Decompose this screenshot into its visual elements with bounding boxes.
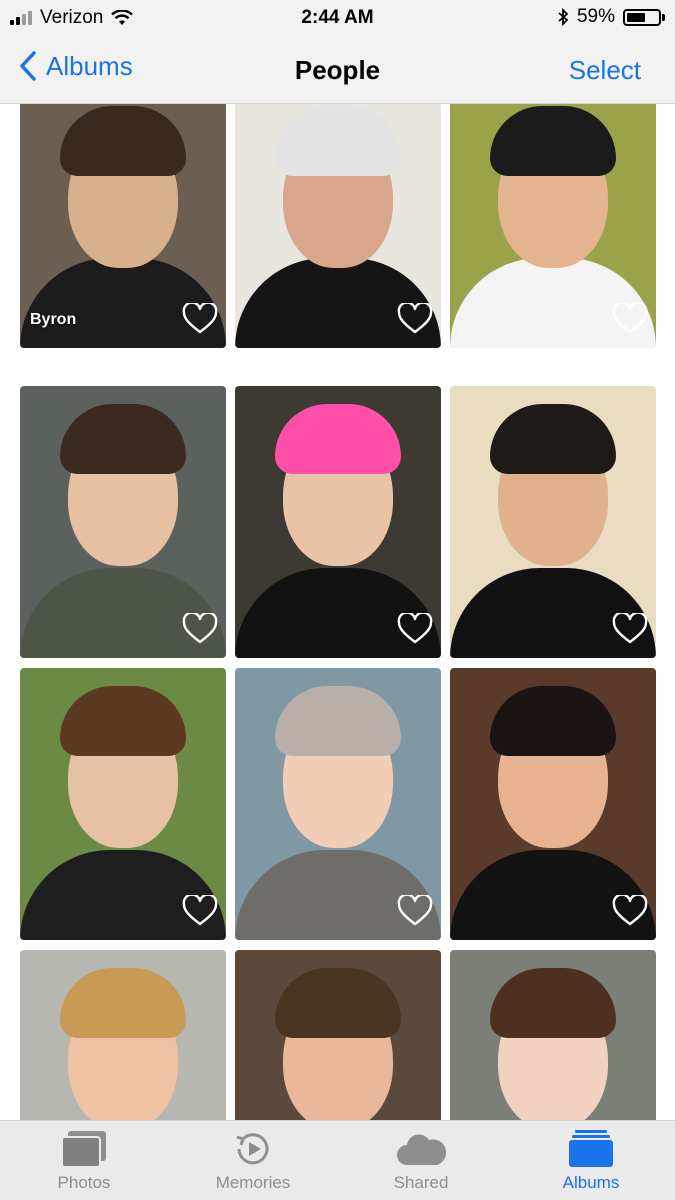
tab-albums[interactable]: Albums	[521, 1129, 661, 1193]
favorite-heart-icon[interactable]	[612, 613, 648, 645]
person-tile[interactable]	[450, 386, 656, 658]
tab-bar: Photos Memories Shared Albums	[0, 1120, 675, 1200]
person-hair	[490, 686, 616, 756]
favorite-heart-icon[interactable]	[397, 895, 433, 927]
navigation-bar: Albums People Select	[0, 36, 675, 104]
person-hair	[275, 686, 401, 756]
person-hair	[60, 404, 186, 474]
person-tile[interactable]	[20, 668, 226, 940]
person-tile[interactable]	[20, 386, 226, 658]
tab-albums-label: Albums	[562, 1173, 620, 1192]
favorite-heart-icon[interactable]	[182, 303, 218, 335]
battery-percent: 59%	[576, 6, 615, 27]
person-hair	[275, 106, 401, 176]
status-right: 59%	[557, 6, 665, 28]
person-tile[interactable]	[20, 950, 226, 1120]
photos-icon	[61, 1131, 106, 1168]
select-button[interactable]: Select	[569, 55, 641, 86]
tab-memories[interactable]: Memories	[183, 1129, 323, 1193]
person-tile[interactable]	[450, 950, 656, 1120]
chevron-left-icon	[20, 51, 36, 81]
memories-icon	[236, 1133, 269, 1165]
status-bar: Verizon 2:44 AM 59%	[0, 0, 675, 36]
tab-photos[interactable]: Photos	[14, 1129, 154, 1193]
person-hair	[60, 106, 186, 176]
back-button[interactable]: Albums	[18, 50, 133, 82]
favorite-heart-icon[interactable]	[397, 613, 433, 645]
back-button-label: Albums	[46, 50, 133, 81]
favorite-heart-icon[interactable]	[182, 613, 218, 645]
tab-shared[interactable]: Shared	[351, 1129, 491, 1193]
tab-photos-label: Photos	[57, 1173, 111, 1192]
albums-icon	[569, 1130, 613, 1167]
person-hair	[60, 686, 186, 756]
person-tile[interactable]	[450, 668, 656, 940]
person-hair	[275, 968, 401, 1038]
tab-shared-label: Shared	[393, 1173, 449, 1192]
person-tile[interactable]	[235, 950, 441, 1120]
favorite-heart-icon[interactable]	[612, 303, 648, 335]
person-tile[interactable]	[235, 668, 441, 940]
person-tile[interactable]: Byron	[20, 104, 226, 348]
person-hair	[490, 404, 616, 474]
people-grid: Byron	[0, 104, 675, 1120]
favorite-heart-icon[interactable]	[397, 303, 433, 335]
cloud-icon	[397, 1134, 447, 1165]
bluetooth-icon	[558, 8, 569, 26]
favorite-heart-icon[interactable]	[182, 895, 218, 927]
battery-icon	[623, 8, 661, 26]
person-name: Byron	[30, 311, 77, 328]
person-tile[interactable]	[235, 104, 441, 348]
person-tile[interactable]	[450, 104, 656, 348]
person-hair	[60, 968, 186, 1038]
person-tile[interactable]	[235, 386, 441, 658]
favorite-heart-icon[interactable]	[612, 895, 648, 927]
tab-memories-label: Memories	[215, 1173, 291, 1192]
person-hair	[275, 404, 401, 474]
person-hair	[490, 968, 616, 1038]
person-hair	[490, 106, 616, 176]
